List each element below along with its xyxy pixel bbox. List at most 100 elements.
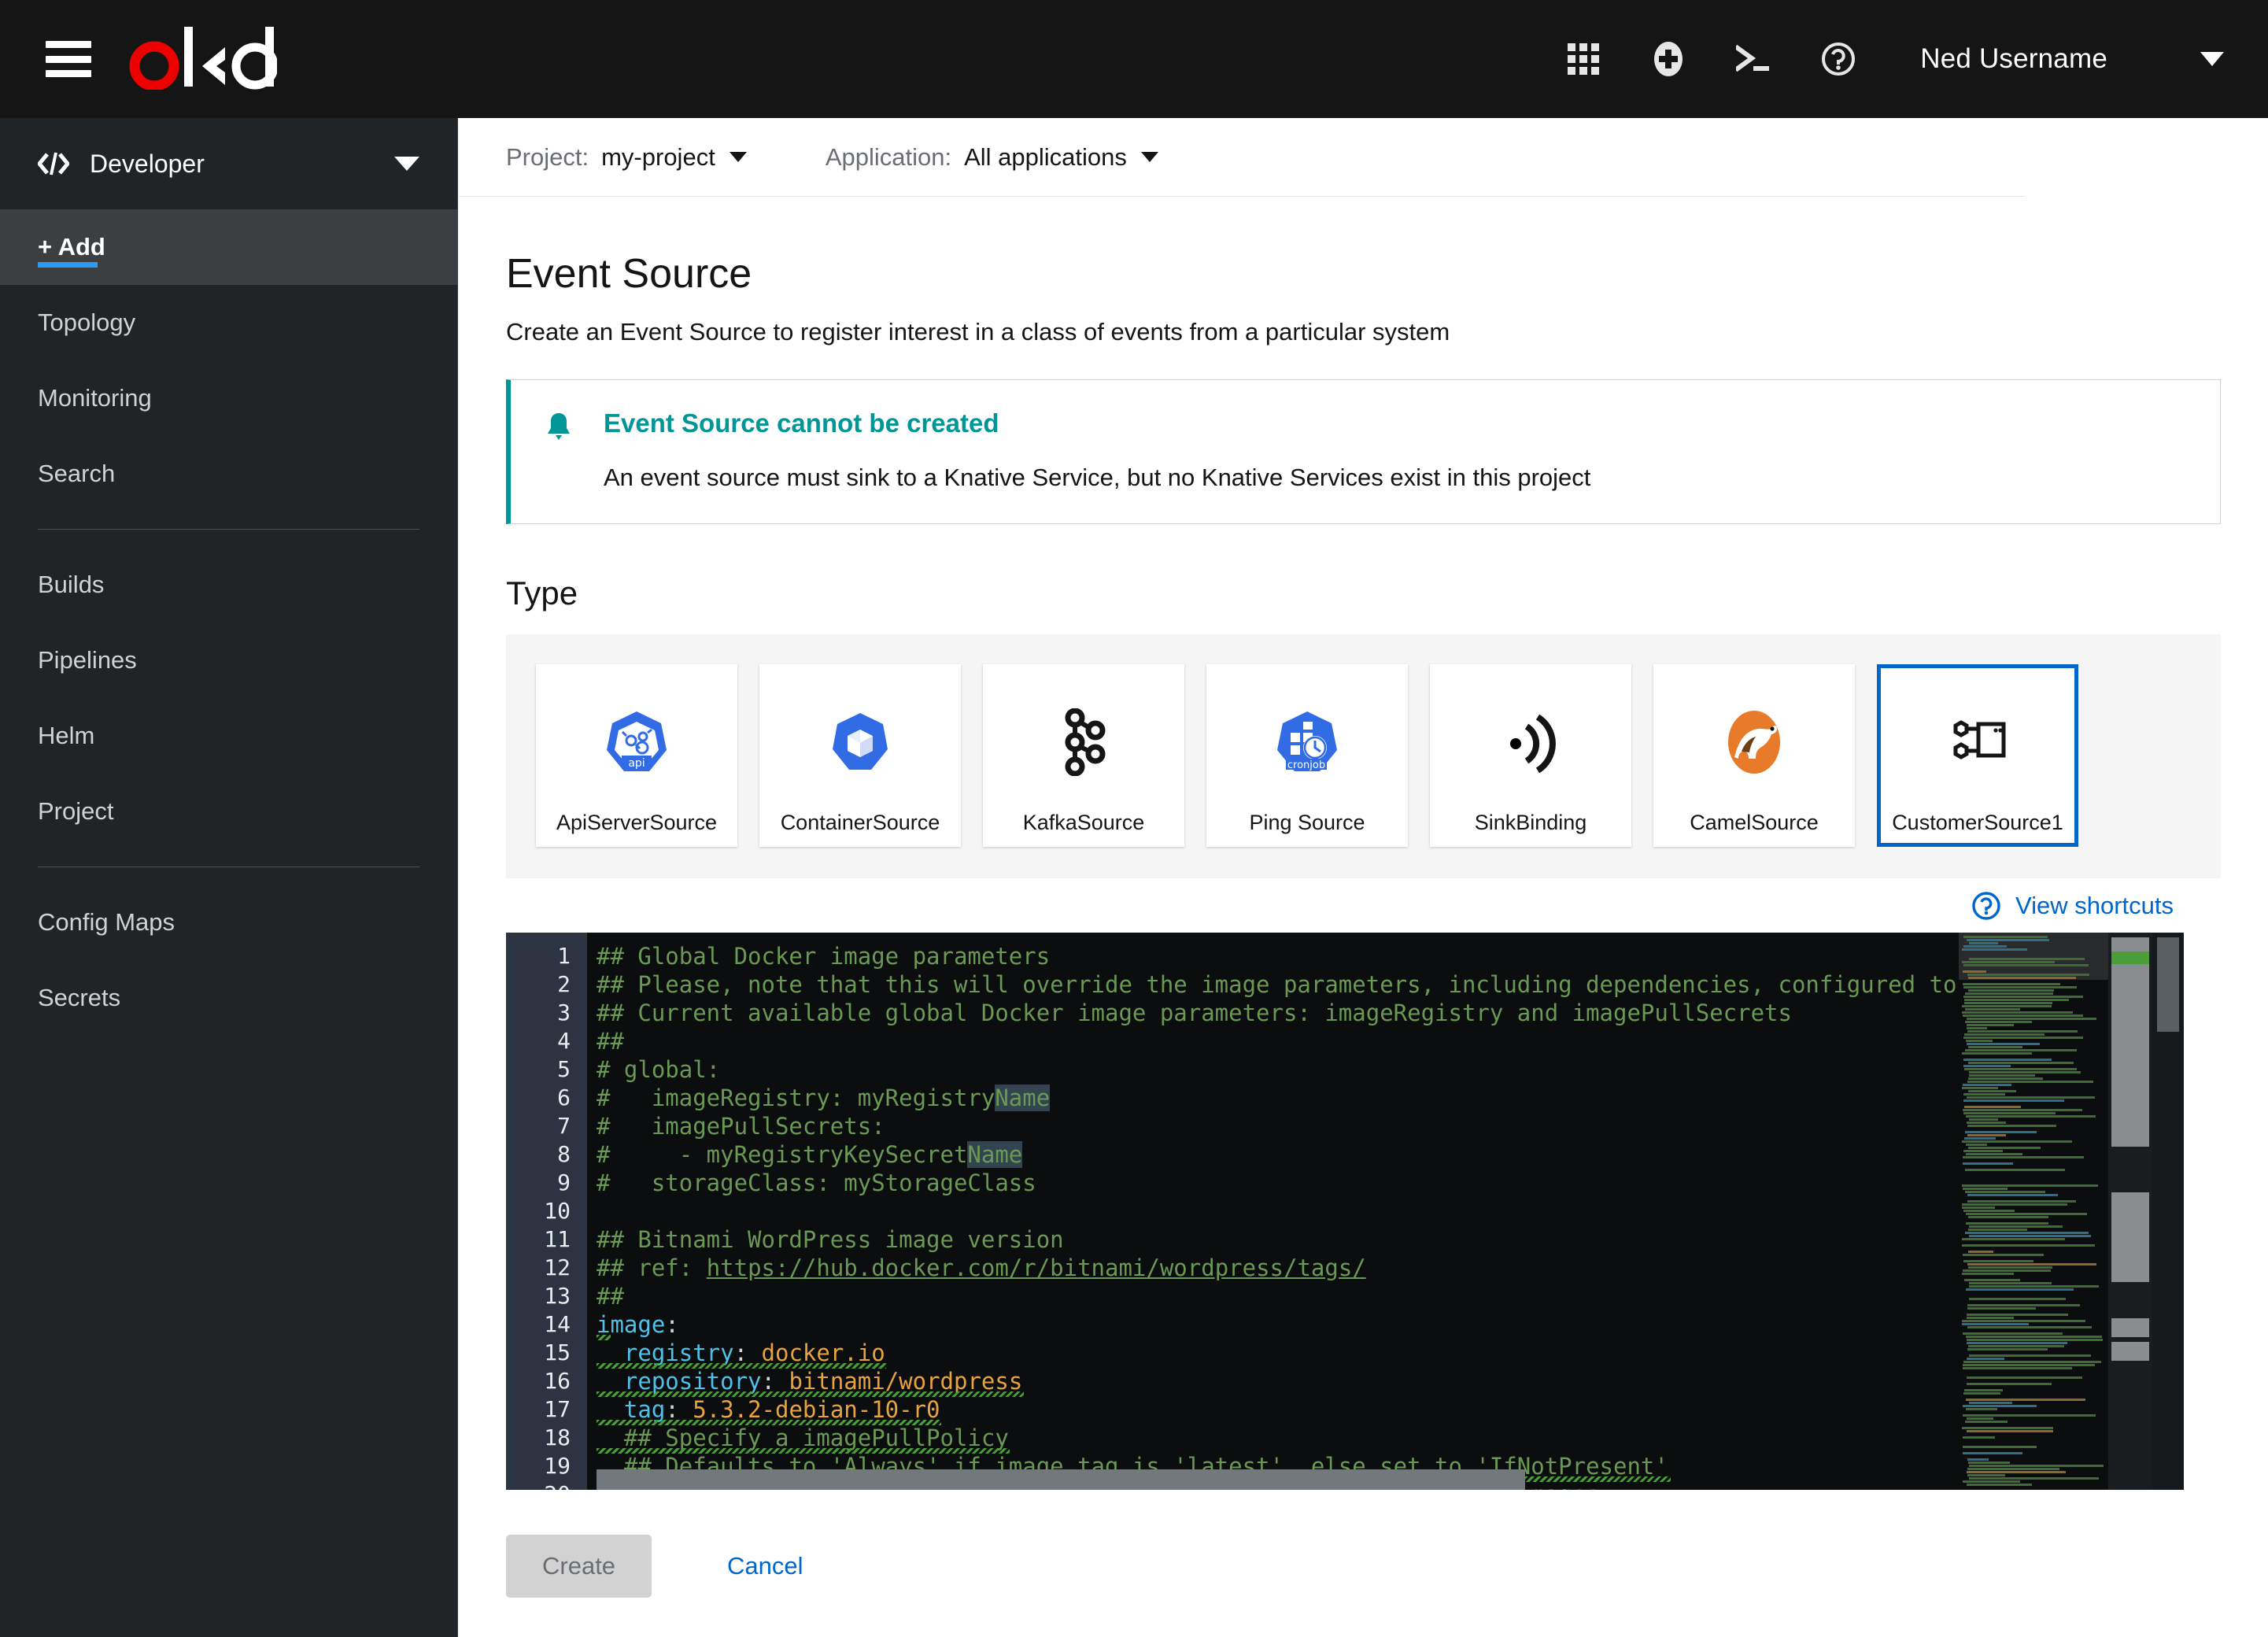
minimap-line bbox=[1963, 1361, 2101, 1363]
type-card-kafkasource[interactable]: KafkaSource bbox=[983, 664, 1184, 847]
editor-code-area[interactable]: ## Global Docker image parameters## Plea… bbox=[587, 933, 2022, 1490]
minimap-line bbox=[1967, 1018, 2096, 1020]
type-card-label: SinkBinding bbox=[1475, 811, 1587, 835]
minimap-line bbox=[1967, 1468, 2059, 1470]
yaml-code-editor[interactable]: 1234567891011121314151617181920 ## Globa… bbox=[506, 933, 2184, 1490]
editor-code-line[interactable]: ## Global Docker image parameters bbox=[597, 942, 1050, 970]
minimap-line bbox=[1967, 1358, 2004, 1360]
minimap-line bbox=[1967, 1342, 2067, 1344]
minimap-line bbox=[1963, 1367, 2072, 1369]
sidebar-item-topology[interactable]: Topology bbox=[0, 285, 457, 360]
type-card-apiserversource[interactable]: api ApiServerSource bbox=[536, 664, 737, 847]
editor-line-number: 3 bbox=[508, 999, 571, 1027]
minimap-line bbox=[1967, 1081, 2093, 1083]
editor-minimap[interactable] bbox=[1959, 933, 2108, 1490]
type-card-containersource[interactable]: ContainerSource bbox=[759, 664, 961, 847]
editor-line-number: 12 bbox=[508, 1254, 571, 1282]
editor-line-number: 14 bbox=[508, 1310, 571, 1339]
minimap-line bbox=[1965, 1131, 2037, 1133]
application-selector[interactable]: Application: All applications bbox=[826, 143, 1158, 172]
type-card-camelsource[interactable]: CamelSource bbox=[1653, 664, 1855, 847]
add-circle-icon[interactable] bbox=[1626, 0, 1711, 118]
sidebar-item-pipelines[interactable]: Pipelines bbox=[0, 623, 457, 698]
editor-code-line[interactable]: # imageRegistry: myRegistryName bbox=[597, 1084, 1050, 1112]
editor-code-line[interactable]: # storageClass: myStorageClass bbox=[597, 1169, 1036, 1197]
sidebar-item-monitoring[interactable]: Monitoring bbox=[0, 360, 457, 436]
editor-horizontal-scrollbar[interactable] bbox=[597, 1469, 1525, 1490]
minimap-line bbox=[1963, 1065, 2011, 1067]
minimap-line bbox=[1967, 1484, 2032, 1486]
sidebar-item-search[interactable]: Search bbox=[0, 436, 457, 512]
minimap-line bbox=[1967, 1200, 2076, 1203]
type-card-ping-source[interactable]: cronjob Ping Source bbox=[1206, 664, 1408, 847]
page-title: Event Source bbox=[506, 250, 2268, 297]
sidebar-item-add[interactable]: + Add bbox=[0, 209, 457, 285]
alert-header: Event Source cannot be created bbox=[545, 408, 2185, 443]
editor-line-number: 18 bbox=[508, 1424, 571, 1452]
minimap-line bbox=[1963, 964, 2089, 966]
minimap-line bbox=[1969, 1477, 2099, 1480]
ruler-decoration bbox=[2111, 1087, 2149, 1115]
chevron-down-icon bbox=[394, 157, 419, 171]
sidebar-item-label: + Add bbox=[38, 233, 105, 261]
user-menu[interactable]: Ned Username bbox=[1881, 43, 2268, 75]
editor-code-line[interactable]: # global: bbox=[597, 1055, 720, 1084]
sidebar-item-config-maps[interactable]: Config Maps bbox=[0, 885, 457, 960]
minimap-line bbox=[1963, 1210, 2015, 1212]
sidebar-item-secrets[interactable]: Secrets bbox=[0, 960, 457, 1036]
help-icon[interactable] bbox=[1796, 0, 1881, 118]
editor-code-line[interactable]: ## bbox=[597, 1027, 624, 1055]
form-actions: Create Cancel bbox=[506, 1535, 803, 1598]
editor-code-line[interactable]: ## Bitnami WordPress image version bbox=[597, 1225, 1064, 1254]
sidebar-item-builds[interactable]: Builds bbox=[0, 547, 457, 623]
editor-vertical-scrollbar[interactable] bbox=[2152, 933, 2184, 1490]
editor-code-line[interactable]: # imagePullSecrets: bbox=[597, 1112, 885, 1140]
minimap-line bbox=[1966, 1153, 2022, 1155]
terminal-icon[interactable] bbox=[1711, 0, 1796, 118]
editor-code-line[interactable]: ## bbox=[597, 1282, 624, 1310]
page-subtitle: Create an Event Source to register inter… bbox=[506, 318, 2268, 346]
sidebar: Developer + Add Topology Monitoring Sear… bbox=[0, 118, 458, 1637]
minimap-line bbox=[1966, 1144, 1987, 1146]
perspective-switcher[interactable]: Developer bbox=[0, 118, 457, 209]
minimap-line bbox=[1967, 1134, 2006, 1136]
perspective-label: Developer bbox=[90, 150, 205, 179]
project-value: my-project bbox=[601, 143, 715, 172]
editor-code-line[interactable]: ## Current available global Docker image… bbox=[597, 999, 1792, 1027]
minimap-line bbox=[1962, 1005, 2052, 1007]
kafka-icon bbox=[1055, 708, 1113, 776]
minimap-line bbox=[1963, 1414, 2096, 1417]
minimap-line bbox=[1963, 1436, 1995, 1439]
minimap-line bbox=[1967, 1043, 2040, 1045]
user-name: Ned Username bbox=[1920, 43, 2107, 75]
editor-code-line[interactable]: ## Please, note that this will override … bbox=[597, 970, 2022, 999]
kubernetes-cronjob-icon: cronjob bbox=[1273, 708, 1341, 776]
view-shortcuts-link[interactable]: View shortcuts bbox=[1971, 891, 2174, 921]
camel-icon bbox=[1723, 708, 1785, 776]
app-launcher-icon[interactable] bbox=[1541, 0, 1626, 118]
type-card-label: CamelSource bbox=[1690, 811, 1819, 835]
minimap-line bbox=[1968, 1147, 2041, 1149]
project-selector[interactable]: Project: my-project bbox=[506, 143, 747, 172]
minimap-line bbox=[1967, 1430, 2053, 1432]
type-card-customersource1[interactable]: CustomerSource1 bbox=[1877, 664, 2078, 847]
ruler-decoration bbox=[2111, 1128, 2149, 1147]
minimap-line bbox=[1963, 1099, 2064, 1102]
sidebar-item-helm[interactable]: Helm bbox=[0, 698, 457, 774]
minimap-line bbox=[1968, 1229, 2027, 1231]
minimap-line bbox=[1962, 1320, 2085, 1322]
cancel-button[interactable]: Cancel bbox=[727, 1552, 803, 1580]
editor-code-line[interactable]: # - myRegistryKeySecretName bbox=[597, 1140, 1022, 1169]
minimap-line bbox=[1965, 1049, 2077, 1051]
create-button[interactable]: Create bbox=[506, 1535, 652, 1598]
type-card-sinkbinding[interactable]: SinkBinding bbox=[1430, 664, 1631, 847]
okd-logo[interactable] bbox=[127, 28, 277, 90]
scrollbar-thumb[interactable] bbox=[2157, 937, 2179, 1032]
sidebar-item-label: Pipelines bbox=[38, 646, 137, 674]
active-indicator bbox=[38, 262, 98, 268]
minimap-line bbox=[1964, 1002, 2052, 1004]
sidebar-item-project[interactable]: Project bbox=[0, 774, 457, 849]
hamburger-icon[interactable] bbox=[46, 41, 91, 77]
editor-code-line[interactable]: ## ref: https://hub.docker.com/r/bitnami… bbox=[597, 1254, 1366, 1282]
type-card-label: ContainerSource bbox=[781, 811, 940, 835]
